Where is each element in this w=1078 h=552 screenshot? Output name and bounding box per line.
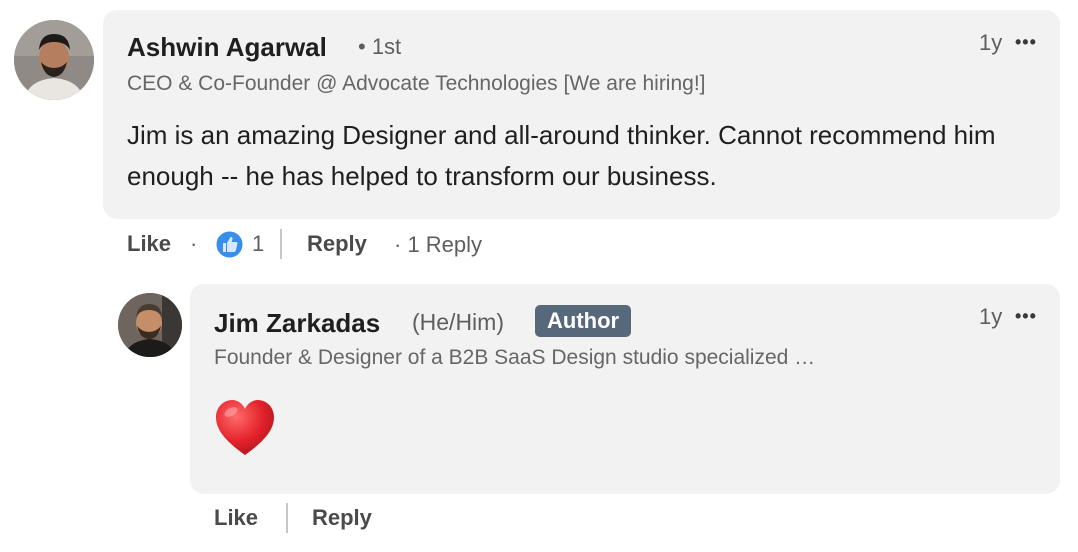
replier-headline: Founder & Designer of a B2B SaaS Design …: [214, 346, 816, 369]
reply-bubble: Jim Zarkadas (He/Him) Author 1y ••• Foun…: [190, 284, 1060, 494]
connection-degree: • 1st: [358, 34, 402, 59]
reply-reply-button[interactable]: Reply: [312, 505, 372, 531]
reply-more-options-button[interactable]: •••: [1015, 306, 1037, 327]
replier-name[interactable]: Jim Zarkadas: [214, 308, 380, 339]
comment-like-button[interactable]: Like: [127, 231, 171, 257]
action-separator-dot: ·: [190, 231, 198, 256]
replier-avatar[interactable]: [118, 293, 182, 357]
reply-like-button[interactable]: Like: [214, 505, 258, 531]
reply-timestamp: 1y: [979, 304, 1003, 329]
comment-bubble: Ashwin Agarwal • 1st 1y ••• CEO & Co-Fou…: [103, 10, 1060, 219]
reaction-count[interactable]: 1: [252, 231, 264, 257]
reply-count-link[interactable]: · 1 Reply: [394, 232, 482, 258]
like-thumbs-up-icon[interactable]: [215, 230, 244, 259]
replier-pronouns: (He/Him): [412, 309, 504, 335]
author-badge: Author: [535, 305, 632, 337]
comment-more-options-button[interactable]: •••: [1015, 32, 1037, 53]
commenter-headline: CEO & Co-Founder @ Advocate Technologies…: [127, 72, 706, 95]
action-divider: [286, 503, 288, 533]
action-divider: [280, 229, 282, 259]
comment-text: Jim is an amazing Designer and all-aroun…: [127, 120, 996, 191]
reply-heart-emoji: ❤️: [214, 398, 278, 462]
comment-timestamp: 1y: [979, 30, 1003, 55]
person-photo-icon: [118, 293, 182, 357]
comment-reply-button[interactable]: Reply: [307, 231, 367, 257]
commenter-avatar[interactable]: [14, 20, 94, 100]
commenter-name[interactable]: Ashwin Agarwal: [127, 32, 327, 63]
person-photo-icon: [14, 20, 94, 100]
